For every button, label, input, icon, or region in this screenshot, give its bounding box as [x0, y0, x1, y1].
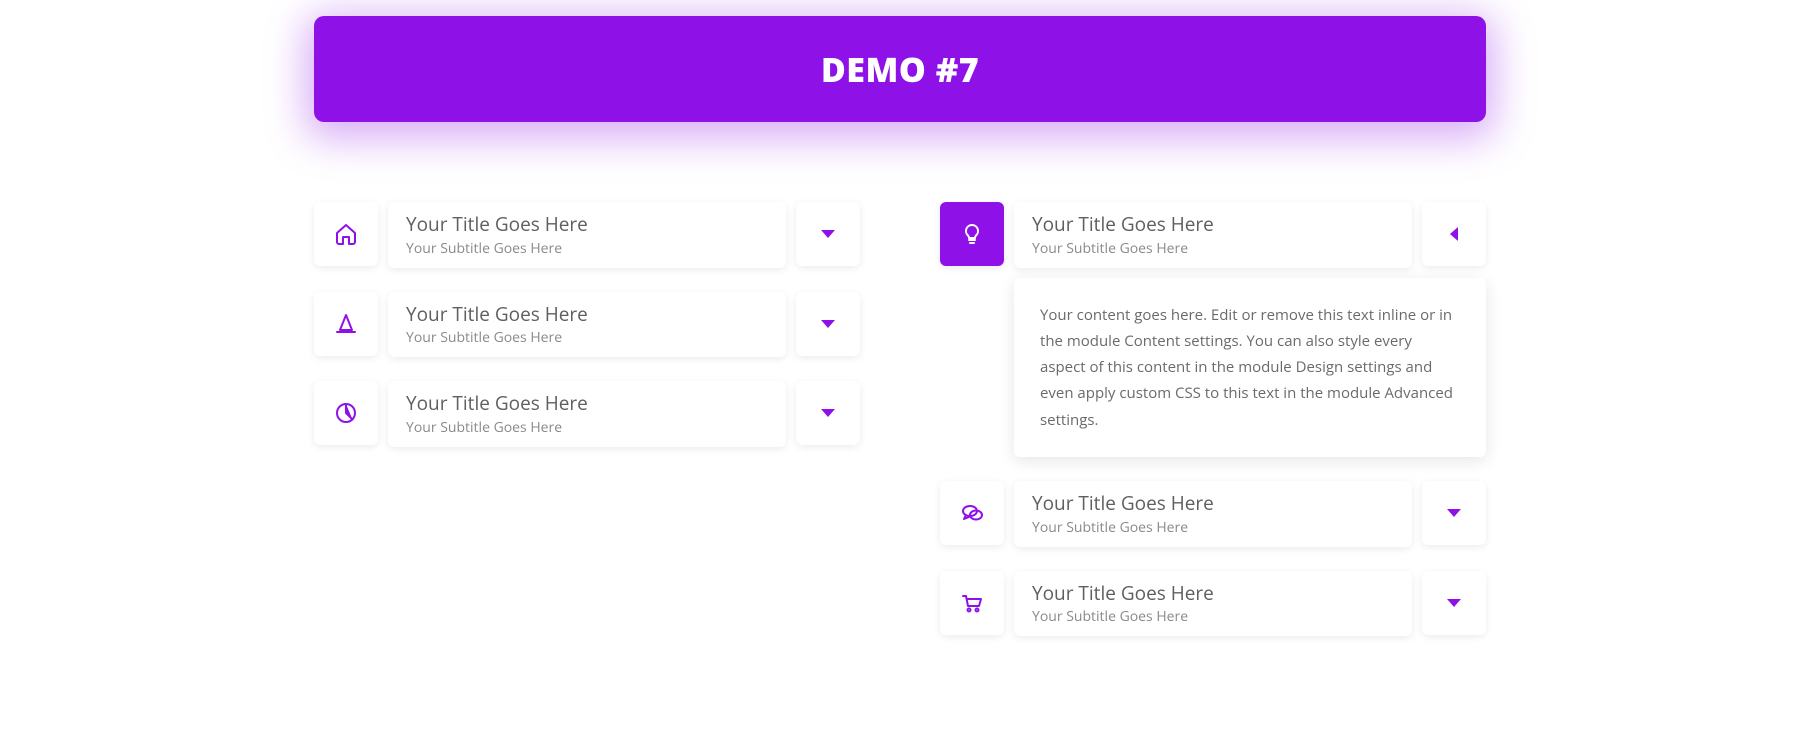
accordion-title-box: Your Title Goes Here Your Subtitle Goes …: [1014, 481, 1412, 547]
accordion-toggle[interactable]: [796, 292, 860, 356]
accordion-subtitle: Your Subtitle Goes Here: [1032, 607, 1394, 626]
accordion-item: Your Title Goes Here Your Subtitle Goes …: [940, 571, 1486, 637]
caret-down-icon: [821, 409, 835, 417]
hero-title: DEMO #7: [821, 46, 979, 92]
caret-down-icon: [1447, 509, 1461, 517]
home-icon: [314, 202, 378, 266]
accordion-header[interactable]: Your Title Goes Here Your Subtitle Goes …: [940, 571, 1486, 637]
accordion-subtitle: Your Subtitle Goes Here: [406, 328, 768, 347]
accordion-title-box: Your Title Goes Here Your Subtitle Goes …: [388, 292, 786, 358]
accordion-header[interactable]: Your Title Goes Here Your Subtitle Goes …: [314, 202, 860, 268]
left-column: Your Title Goes Here Your Subtitle Goes …: [314, 202, 860, 636]
right-column: Your Title Goes Here Your Subtitle Goes …: [940, 202, 1486, 636]
accordion-header[interactable]: Your Title Goes Here Your Subtitle Goes …: [940, 481, 1486, 547]
accordion-title-box: Your Title Goes Here Your Subtitle Goes …: [1014, 571, 1412, 637]
accordion-toggle[interactable]: [1422, 571, 1486, 635]
caret-down-icon: [821, 230, 835, 238]
accordion-item: Your Title Goes Here Your Subtitle Goes …: [314, 292, 860, 358]
pie-chart-icon: [314, 381, 378, 445]
accordion-title-box: Your Title Goes Here Your Subtitle Goes …: [388, 381, 786, 447]
accordion-header[interactable]: Your Title Goes Here Your Subtitle Goes …: [940, 202, 1486, 268]
hero-banner: DEMO #7: [314, 16, 1486, 122]
accordion-title: Your Title Goes Here: [1032, 212, 1394, 237]
cone-icon: [314, 292, 378, 356]
accordion-content: Your content goes here. Edit or remove t…: [1014, 278, 1486, 457]
caret-left-icon: [1450, 227, 1458, 241]
accordion-toggle[interactable]: [796, 202, 860, 266]
lightbulb-icon: [940, 202, 1004, 266]
caret-down-icon: [821, 320, 835, 328]
accordion-title: Your Title Goes Here: [1032, 491, 1394, 516]
accordion-toggle[interactable]: [1422, 481, 1486, 545]
accordion-columns: Your Title Goes Here Your Subtitle Goes …: [314, 202, 1486, 636]
accordion-toggle[interactable]: [796, 381, 860, 445]
accordion-title: Your Title Goes Here: [1032, 581, 1394, 606]
accordion-title-box: Your Title Goes Here Your Subtitle Goes …: [1014, 202, 1412, 268]
chat-icon: [940, 481, 1004, 545]
accordion-item: Your Title Goes Here Your Subtitle Goes …: [314, 381, 860, 447]
accordion-subtitle: Your Subtitle Goes Here: [406, 418, 768, 437]
accordion-item: Your Title Goes Here Your Subtitle Goes …: [314, 202, 860, 268]
accordion-subtitle: Your Subtitle Goes Here: [1032, 518, 1394, 537]
accordion-title: Your Title Goes Here: [406, 302, 768, 327]
accordion-subtitle: Your Subtitle Goes Here: [406, 239, 768, 258]
accordion-header[interactable]: Your Title Goes Here Your Subtitle Goes …: [314, 292, 860, 358]
cart-icon: [940, 571, 1004, 635]
accordion-item: Your Title Goes Here Your Subtitle Goes …: [940, 202, 1486, 457]
accordion-header[interactable]: Your Title Goes Here Your Subtitle Goes …: [314, 381, 860, 447]
accordion-subtitle: Your Subtitle Goes Here: [1032, 239, 1394, 258]
accordion-title: Your Title Goes Here: [406, 212, 768, 237]
accordion-title: Your Title Goes Here: [406, 391, 768, 416]
accordion-toggle[interactable]: [1422, 202, 1486, 266]
accordion-title-box: Your Title Goes Here Your Subtitle Goes …: [388, 202, 786, 268]
caret-down-icon: [1447, 599, 1461, 607]
accordion-item: Your Title Goes Here Your Subtitle Goes …: [940, 481, 1486, 547]
